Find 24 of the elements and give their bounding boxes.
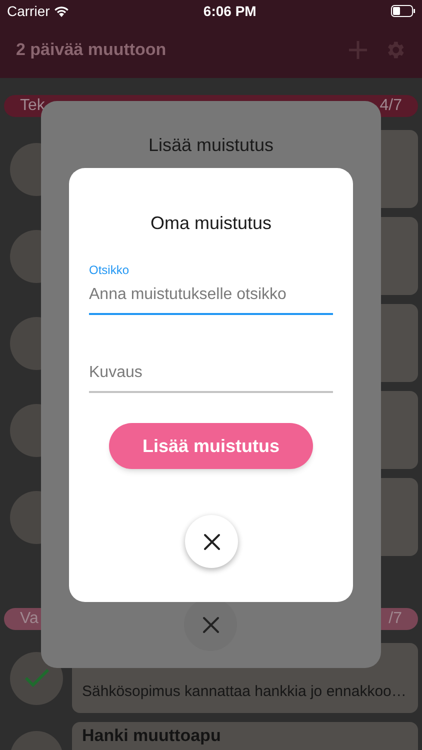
task-card[interactable]: Hanki muuttoapu xyxy=(72,722,418,750)
text-field[interactable]: Otsikko Anna muistutukselle otsikko xyxy=(89,261,333,315)
wifi-icon xyxy=(54,6,69,16)
text-field[interactable]: Kuvaus xyxy=(89,339,333,393)
field-input[interactable]: Anna muistutukselle otsikko xyxy=(89,283,333,307)
field-label: Otsikko xyxy=(89,262,130,279)
submit-button[interactable]: Lisää muistutus xyxy=(109,423,313,469)
header-title: 2 päivää muuttoon xyxy=(16,39,166,62)
dialog-title: Oma muistutus xyxy=(150,212,272,235)
section-title: Tek xyxy=(20,96,45,116)
section-count: /7 xyxy=(388,609,402,629)
close-icon xyxy=(202,616,220,634)
task-title: Hanki muuttoapu xyxy=(82,726,222,746)
close-icon xyxy=(202,532,220,550)
battery-icon xyxy=(390,5,415,17)
section-title: Va xyxy=(20,609,38,629)
clock-label: 6:06 PM xyxy=(203,2,256,20)
section-count: 4/7 xyxy=(380,96,402,116)
outer-dialog-title: Lisää muistutus xyxy=(148,134,274,157)
task-description: Sähkösopimus kannattaa hankkia jo ennakkoo… xyxy=(82,682,408,702)
checkmark-icon xyxy=(24,668,50,688)
close-button[interactable] xyxy=(185,515,238,568)
carrier-label: Carrier xyxy=(7,2,50,20)
field-input[interactable]: Kuvaus xyxy=(89,361,333,385)
